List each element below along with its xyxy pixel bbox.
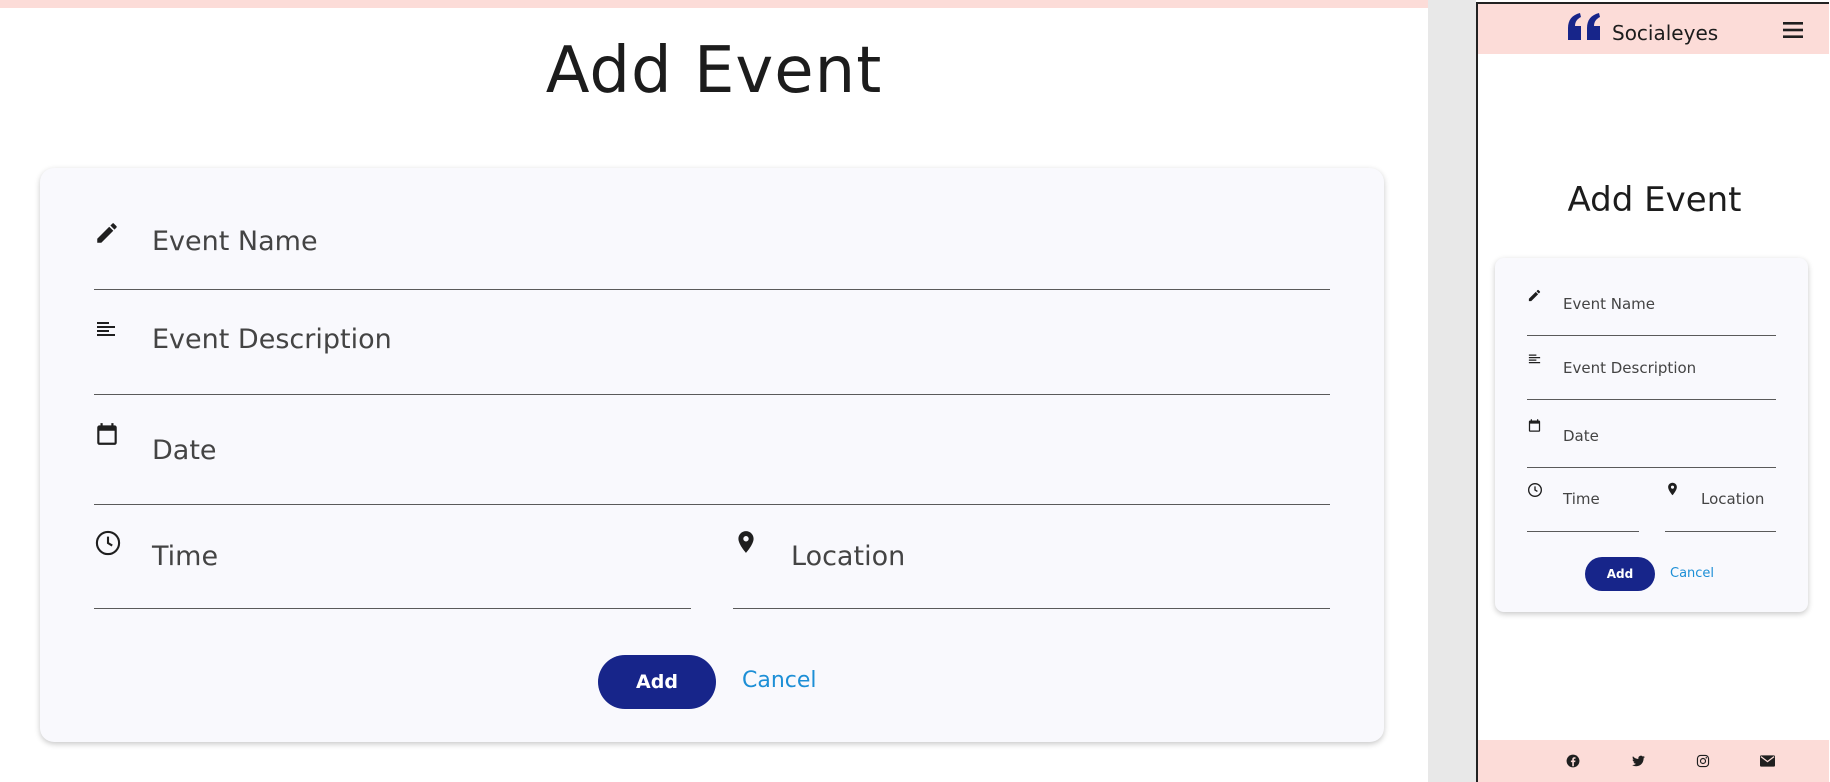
location-field[interactable]: Location: [733, 505, 1330, 609]
location-pin-icon: [1665, 480, 1681, 496]
mobile-event-description-field[interactable]: Event Description: [1527, 336, 1776, 400]
desktop-view: Add Event Event Name Event Description D…: [0, 0, 1428, 782]
calendar-icon: [1527, 418, 1543, 434]
date-label: Date: [152, 435, 217, 466]
mobile-footer: [1478, 740, 1829, 782]
clock-icon: [1527, 482, 1543, 498]
mobile-cancel-button[interactable]: Cancel: [1670, 566, 1714, 581]
event-name-label: Event Name: [152, 226, 318, 257]
notes-icon: [94, 318, 120, 344]
mobile-event-name-label: Event Name: [1563, 295, 1655, 313]
mobile-location-field[interactable]: Location: [1665, 468, 1776, 532]
mobile-time-field[interactable]: Time: [1527, 468, 1639, 532]
mobile-header: Socialeyes: [1478, 4, 1829, 54]
top-bar: [0, 0, 1428, 8]
mobile-location-label: Location: [1701, 490, 1765, 508]
time-field[interactable]: Time: [94, 505, 691, 609]
email-icon[interactable]: [1760, 755, 1775, 767]
location-pin-icon: [733, 527, 759, 553]
add-button[interactable]: Add: [598, 655, 716, 709]
event-description-field[interactable]: Event Description: [94, 290, 1330, 395]
date-field[interactable]: Date: [94, 395, 1330, 505]
pencil-icon: [1527, 288, 1543, 304]
mobile-date-label: Date: [1563, 427, 1599, 445]
mobile-event-name-field[interactable]: Event Name: [1527, 286, 1776, 336]
page-title: Add Event: [545, 34, 883, 108]
cancel-button[interactable]: Cancel: [742, 668, 817, 693]
mobile-event-description-label: Event Description: [1563, 359, 1697, 377]
add-event-form: Event Name Event Description Date Time L…: [40, 168, 1384, 742]
calendar-icon: [94, 421, 120, 447]
mobile-add-event-form: Event Name Event Description Date Time L…: [1495, 258, 1808, 612]
brand-name[interactable]: Socialeyes: [1612, 21, 1718, 45]
clock-icon: [94, 529, 121, 556]
twitter-icon[interactable]: [1631, 754, 1646, 768]
instagram-icon[interactable]: [1696, 754, 1710, 768]
time-label: Time: [152, 541, 219, 572]
hamburger-menu-icon[interactable]: [1782, 20, 1804, 40]
mobile-page-title: Add Event: [1567, 180, 1742, 220]
viewport-gutter: [1428, 0, 1476, 782]
mobile-view: Socialeyes Add Event Event Name Event De…: [1476, 2, 1829, 782]
location-label: Location: [791, 541, 906, 572]
event-name-field[interactable]: Event Name: [94, 208, 1330, 290]
facebook-icon[interactable]: [1566, 754, 1580, 768]
event-description-label: Event Description: [152, 324, 392, 355]
mobile-date-field[interactable]: Date: [1527, 400, 1776, 468]
mobile-add-button[interactable]: Add: [1585, 557, 1655, 591]
mobile-time-label: Time: [1563, 490, 1600, 508]
notes-icon: [1527, 352, 1543, 368]
pencil-icon: [94, 220, 120, 246]
quote-logo-icon: [1566, 12, 1604, 42]
